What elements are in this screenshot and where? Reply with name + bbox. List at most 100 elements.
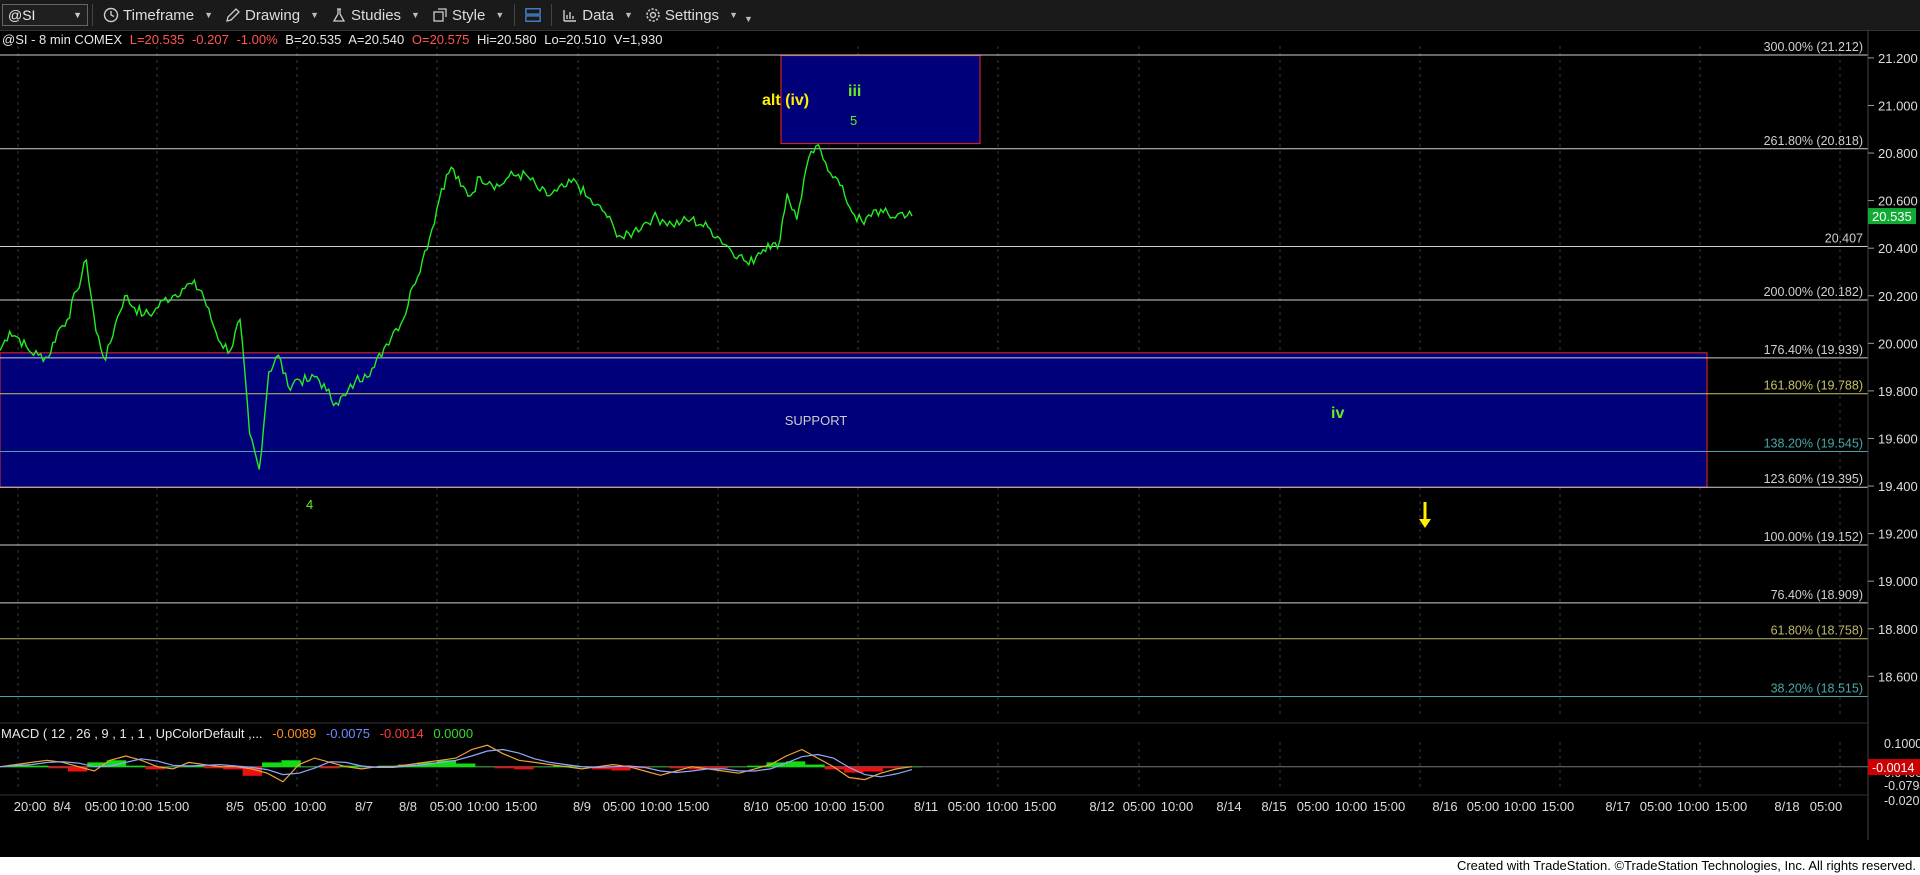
macd-current-marker-label: -0.0014 [1872, 761, 1914, 775]
time-tick-label: 05:00 [603, 799, 636, 814]
macd-histogram-bar [320, 766, 340, 769]
fib-level-label: 200.00% (20.182) [1764, 285, 1863, 299]
data-label: Data [582, 6, 614, 24]
symbol-info-text: @SI - 8 min COMEX [2, 32, 122, 47]
data-icon [563, 10, 577, 22]
wave-label: 4 [306, 497, 313, 512]
time-tick-label: 05:00 [85, 799, 118, 814]
change-pct-readout: -1.00% [236, 32, 278, 47]
time-tick-label: 10:00 [640, 799, 673, 814]
time-tick-label: 15:00 [1715, 799, 1748, 814]
fib-level-label: 61.80% (18.758) [1771, 624, 1863, 638]
studies-button[interactable]: Studies ▼ [325, 2, 426, 28]
last-price-readout: L=20.535 [130, 32, 185, 47]
time-tick-label: 05:00 [1640, 799, 1673, 814]
price-tick-label: 18.600 [1878, 669, 1918, 684]
time-tick-label: 8/11 [914, 799, 938, 814]
macd-histogram-bar [805, 764, 825, 768]
macd-header: MACD ( 12 , 26 , 9 , 1 , 1 , UpColorDefa… [1, 726, 473, 741]
price-tick-label: 21.000 [1878, 98, 1918, 113]
price-tick-label: 19.600 [1878, 431, 1918, 446]
time-tick-label: 20:00 [14, 799, 47, 814]
layout-icon [525, 8, 541, 22]
price-tick-label: 20.600 [1878, 194, 1918, 209]
time-tick-label: 05:00 [1297, 799, 1330, 814]
layout-button[interactable] [519, 2, 547, 28]
fib-level-label: 123.60% (19.395) [1764, 472, 1863, 486]
chevron-down-icon: ▼ [495, 10, 505, 20]
wave-label: iii [848, 83, 861, 100]
support-zone [0, 352, 1708, 488]
price-tick-label: 20.800 [1878, 146, 1918, 161]
chevron-down-icon: ▼ [204, 10, 214, 20]
time-tick-label: 10:00 [1161, 799, 1194, 814]
volume-readout: V=1,930 [614, 32, 663, 47]
style-label: Style [451, 6, 486, 24]
time-tick-label: 10:00 [986, 799, 1019, 814]
chevron-down-icon: ▼ [73, 10, 82, 20]
price-tick-label: 20.400 [1878, 241, 1918, 256]
price-tick-label: 19.200 [1878, 527, 1918, 542]
settings-button[interactable]: Settings ▼ [639, 2, 744, 28]
time-tick-label: 15:00 [1542, 799, 1575, 814]
chevron-down-icon: ▼ [310, 10, 319, 20]
ask-readout: A=20.540 [348, 32, 404, 47]
macd-value-3: -0.0014 [380, 726, 424, 741]
toolbar: @SI ▼ Timeframe ▼ Drawing ▼ Studies ▼ St… [0, 0, 1920, 31]
time-tick-label: 10:00 [814, 799, 847, 814]
macd-histogram-bar [708, 766, 728, 769]
wave-label: iv [1331, 405, 1344, 422]
time-tick-label: 15:00 [1373, 799, 1406, 814]
copyright-footer: Created with TradeStation. ©TradeStation… [0, 857, 1920, 875]
macd-value-4: 0.0000 [433, 726, 473, 741]
time-tick-label: 05:00 [254, 799, 287, 814]
time-tick-label: 15:00 [157, 799, 190, 814]
macd-histogram-bar [475, 766, 495, 768]
fib-level-label: 176.40% (19.939) [1764, 343, 1863, 357]
clock-icon [103, 7, 119, 23]
time-tick-label: 10:00 [467, 799, 500, 814]
macd-histogram-bar [126, 765, 146, 768]
studies-label: Studies [351, 6, 402, 24]
time-tick-label: 15:00 [1024, 799, 1057, 814]
change-readout: -0.207 [192, 32, 229, 47]
macd-axis-label: -0.0794 [1884, 779, 1920, 793]
bid-readout: B=20.535 [285, 32, 341, 47]
time-tick-label: 05:00 [776, 799, 809, 814]
toolbar-overflow-icon[interactable]: ▼ [744, 14, 753, 24]
data-button[interactable]: Data ▼ [556, 2, 639, 28]
style-icon [433, 8, 447, 22]
time-tick-label: 05:00 [430, 799, 463, 814]
wave-label: 5 [850, 113, 857, 128]
macd-histogram-bar [67, 766, 88, 772]
time-tick-label: 8/15 [1261, 799, 1286, 814]
timeframe-button[interactable]: Timeframe ▼ [97, 2, 219, 28]
time-tick-label: 10:00 [1504, 799, 1537, 814]
time-tick-label: 05:00 [1123, 799, 1156, 814]
time-tick-label: 10:00 [294, 799, 327, 814]
macd-histogram-bar [727, 766, 748, 768]
drawing-button[interactable]: Drawing ▼ [219, 2, 325, 28]
price-tick-label: 18.800 [1878, 622, 1918, 637]
macd-histogram-bar [514, 766, 534, 770]
settings-label: Settings [664, 6, 720, 24]
style-button[interactable]: Style ▼ [426, 2, 510, 28]
high-readout: Hi=20.580 [477, 32, 537, 47]
fib-level-label: 100.00% (19.152) [1764, 530, 1863, 544]
macd-value-1: -0.0089 [272, 726, 316, 741]
price-tick-label: 21.200 [1878, 51, 1918, 66]
chevron-down-icon: ▼ [729, 10, 738, 20]
macd-histogram-bar [533, 766, 554, 768]
fib-level-label: 261.80% (20.818) [1764, 134, 1863, 148]
fib-level-label: 76.40% (18.909) [1771, 588, 1863, 602]
drawing-label: Drawing [245, 6, 301, 24]
symbol-dropdown[interactable]: @SI ▼ [2, 4, 88, 26]
last-price-marker-label: 20.535 [1872, 209, 1912, 224]
open-readout: O=20.575 [412, 32, 469, 47]
time-tick-label: 8/5 [226, 799, 244, 814]
chevron-down-icon: ▼ [623, 10, 633, 20]
toolbar-divider [514, 4, 516, 26]
gear-icon [646, 8, 660, 22]
macd-histogram-bar [611, 766, 631, 771]
price-tick-label: 19.400 [1878, 479, 1918, 494]
